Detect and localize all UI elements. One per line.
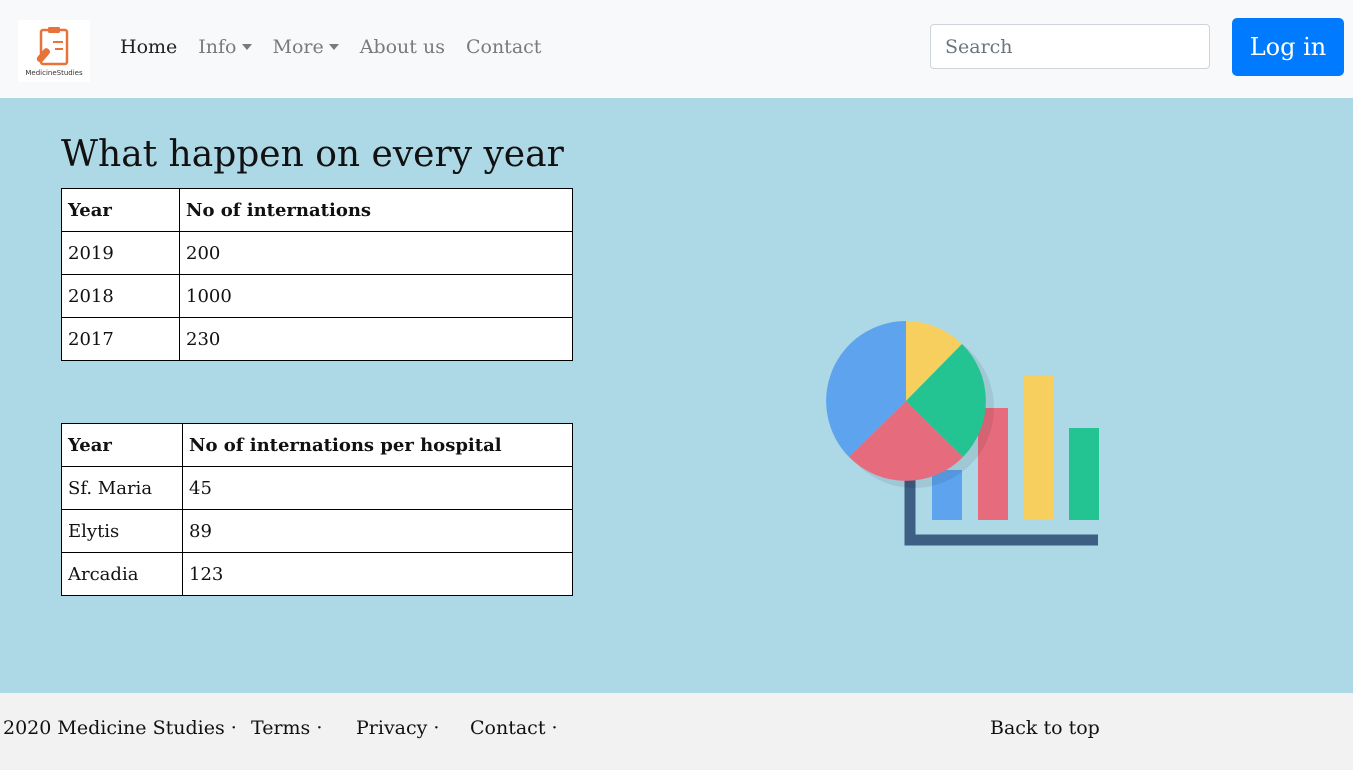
nav-info-dropdown[interactable]: Info	[198, 36, 252, 58]
nav-about-label: About us	[359, 36, 445, 58]
table-header-cell: Year	[61, 188, 180, 232]
clipboard-logo-icon	[36, 27, 69, 66]
nav-contact[interactable]: Contact	[466, 36, 541, 58]
main-content: What happen on every year Year No of int…	[0, 98, 1353, 693]
login-button[interactable]: Log in	[1232, 18, 1344, 76]
footer: 2020 Medicine Studies · Terms · Privacy …	[0, 693, 1353, 770]
nav-more-dropdown[interactable]: More	[273, 36, 339, 58]
footer-copyright: 2020 Medicine Studies ·	[3, 717, 237, 739]
nav-contact-label: Contact	[465, 36, 542, 58]
footer-contact-link[interactable]: Contact ·	[470, 717, 558, 739]
nav-home[interactable]: Home	[120, 36, 177, 58]
table-cell: 2018	[61, 274, 180, 318]
table-row: Sf. Maria 45	[61, 466, 573, 510]
nav-links: Home Info More About us Contact	[120, 36, 541, 58]
table-cell: 45	[182, 466, 573, 510]
chart-illustration-icon	[826, 321, 1099, 546]
nav-home-label: Home	[120, 36, 178, 58]
table-row: 2019 200	[61, 231, 573, 275]
table-header-row: Year No of internations per hospital	[61, 423, 573, 467]
table-header-cell: Year	[61, 423, 183, 467]
footer-privacy-link[interactable]: Privacy ·	[356, 717, 439, 739]
table-cell: Sf. Maria	[61, 466, 183, 510]
table-cell: 2019	[61, 231, 180, 275]
table-header-cell: No of internations	[179, 188, 573, 232]
table-row: 2018 1000	[61, 274, 573, 318]
nav-info-label: Info	[198, 36, 237, 58]
table-cell: 1000	[179, 274, 573, 318]
nav-more-label: More	[272, 36, 324, 58]
table-cell: 200	[179, 231, 573, 275]
hospital-internations-table: Year No of internations per hospital Sf.…	[61, 423, 573, 596]
navbar: MedicineStudies Home Info More About us …	[0, 0, 1353, 98]
footer-terms-link[interactable]: Terms ·	[251, 717, 322, 739]
table-header-row: Year No of internations	[61, 188, 573, 232]
nav-about[interactable]: About us	[360, 36, 445, 58]
logo-caption: MedicineStudies	[25, 69, 83, 77]
back-to-top-link[interactable]: Back to top	[990, 717, 1100, 739]
table-header-cell: No of internations per hospital	[182, 423, 573, 467]
table-row: 2017 230	[61, 317, 573, 361]
yearly-internations-table: Year No of internations 2019 200 2018 10…	[61, 188, 573, 361]
table-cell: 2017	[61, 317, 180, 361]
site-logo[interactable]: MedicineStudies	[18, 20, 90, 82]
caret-down-icon	[328, 44, 339, 50]
table-cell: Arcadia	[61, 552, 183, 596]
search-input[interactable]	[930, 24, 1210, 69]
page-heading: What happen on every year	[61, 134, 564, 175]
table-cell: 230	[179, 317, 573, 361]
table-cell: Elytis	[61, 509, 183, 553]
table-cell: 89	[182, 509, 573, 553]
caret-down-icon	[241, 44, 252, 50]
table-row: Arcadia 123	[61, 552, 573, 596]
table-cell: 123	[182, 552, 573, 596]
table-row: Elytis 89	[61, 509, 573, 553]
